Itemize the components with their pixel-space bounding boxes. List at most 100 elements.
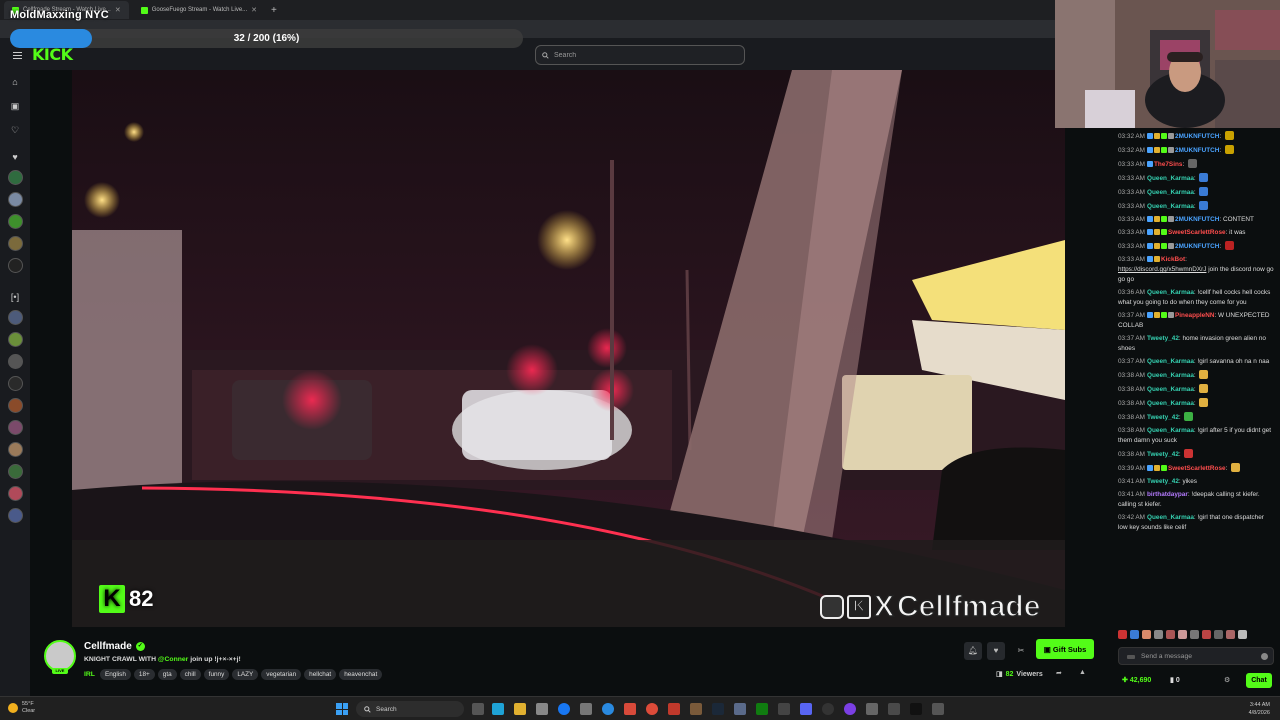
browser-tab-goosefuego[interactable]: GooseFuego Stream - Watch Live... ✕ [133,1,265,19]
followed-channel-avatar[interactable] [8,236,23,251]
chat-username[interactable]: Tweety_42 [1147,414,1179,421]
emote[interactable] [1118,630,1127,639]
stream-tag[interactable]: vegetarian [261,669,302,680]
site-search[interactable] [535,45,745,65]
chat-username[interactable]: SweetScarlettRose [1168,465,1226,472]
chat-link[interactable]: https://discord.gg/x5hwmnDXrJ [1118,266,1206,273]
followed-channel-avatar[interactable] [8,214,23,229]
stream-tag[interactable]: chill [179,669,201,680]
chat-username[interactable]: 2MUKNFUTCH [1175,243,1219,250]
chat-username[interactable]: Queen_Karmaa [1147,175,1194,182]
facebook-icon[interactable] [558,703,570,715]
recommended-channel-avatar[interactable] [8,486,23,501]
stream-tag[interactable]: gta [157,669,177,680]
title-mention[interactable]: @Conner [158,656,188,663]
emote[interactable] [1130,630,1139,639]
chat-username[interactable]: Queen_Karmaa [1147,372,1194,379]
recommended-channel-avatar[interactable] [8,376,23,391]
stream-tag[interactable]: heavenchat [339,669,383,680]
video-player[interactable] [72,70,1065,627]
clip-icon[interactable]: ✂ [1012,642,1030,660]
chat-username[interactable]: Tweety_42 [1147,335,1179,342]
chat-username[interactable]: Queen_Karmaa [1147,386,1194,393]
taskbar-search[interactable]: Search [356,701,464,717]
menu-icon[interactable] [13,52,22,59]
browse-icon[interactable]: ▣ [10,101,20,111]
chat-username[interactable]: Tweety_42 [1147,478,1179,485]
chat-username[interactable]: Queen_Karmaa [1147,189,1194,196]
app-icon[interactable] [668,703,680,715]
recommended-channel-avatar[interactable] [8,508,23,523]
steam-icon[interactable] [712,703,724,715]
stream-tag[interactable]: funny [203,669,230,680]
emote[interactable] [1202,630,1211,639]
streamer-name[interactable]: Cellfmade ✓ [84,641,145,652]
chat-username[interactable]: Tweety_42 [1147,451,1179,458]
app-icon[interactable] [734,703,746,715]
chat-username[interactable]: The7Sins [1154,161,1182,168]
stream-tag[interactable]: English [99,669,131,680]
share-icon[interactable]: ➦ [1056,669,1062,677]
report-icon[interactable]: ▲ [1079,669,1086,676]
chrome-icon[interactable] [646,703,658,715]
app-icon[interactable] [932,703,944,715]
notification-bell-icon[interactable]: 🔔︎ [964,642,982,660]
follow-heart-icon[interactable]: ♥ [987,642,1005,660]
home-icon[interactable]: ⌂ [10,77,20,87]
chat-input-box[interactable] [1118,647,1274,665]
app-icon[interactable] [624,703,636,715]
recommended-channel-avatar[interactable] [8,354,23,369]
recommended-channel-avatar[interactable] [8,442,23,457]
stream-category[interactable]: IRL [84,669,95,680]
app-icon[interactable] [602,703,614,715]
recommended-channel-avatar[interactable] [8,398,23,413]
recommended-channel-avatar[interactable] [8,464,23,479]
store-icon[interactable] [536,703,548,715]
app-icon[interactable] [580,703,592,715]
following-icon[interactable]: ♡ [10,125,20,135]
emote[interactable] [1154,630,1163,639]
chat-username[interactable]: PineappleNN [1175,312,1214,319]
chat-username[interactable]: Queen_Karmaa [1147,400,1194,407]
file-explorer-icon[interactable] [514,703,526,715]
chat-mod-icon[interactable] [1127,655,1135,659]
obs-icon[interactable] [822,703,834,715]
close-tab-icon[interactable]: ✕ [251,6,257,14]
stream-tag[interactable]: 18+ [133,669,155,680]
recommended-channel-avatar[interactable] [8,310,23,325]
followed-channel-avatar[interactable] [8,258,23,273]
chat-username[interactable]: SweetScarlettRose [1168,229,1226,236]
emote[interactable] [1238,630,1247,639]
emote[interactable] [1166,630,1175,639]
app-icon[interactable] [866,703,878,715]
gear-icon[interactable]: ⚙ [1224,676,1230,684]
chat-message-input[interactable] [1141,652,1251,660]
recommended-channel-avatar[interactable] [8,332,23,347]
search-input[interactable] [554,51,734,59]
chat-username[interactable]: 2MUKNFUTCH [1175,133,1219,140]
chat-username[interactable]: Queen_Karmaa [1147,427,1194,434]
app-icon[interactable] [778,703,790,715]
chat-username[interactable]: Queen_Karmaa [1147,203,1194,210]
followed-channel-avatar[interactable] [8,170,23,185]
app-icon[interactable] [888,703,900,715]
capcut-icon[interactable] [910,703,922,715]
stream-tag[interactable]: hellchat [304,669,337,680]
close-tab-icon[interactable]: ✕ [115,6,121,14]
discord-icon[interactable] [800,703,812,715]
emote[interactable] [1214,630,1223,639]
new-tab-icon[interactable]: + [271,5,277,16]
task-view-icon[interactable] [472,703,484,715]
chat-username[interactable]: KickBot [1161,256,1185,263]
chat-username[interactable]: Queen_Karmaa [1147,358,1194,365]
stream-tag[interactable]: LAZY [232,669,259,680]
gift-subs-button[interactable]: ▣ Gift Subs [1036,639,1094,659]
system-clock[interactable]: 3:44 AM 4/8/2026 [1249,701,1270,717]
chat-messages[interactable]: 03:32 AM 2MUKNFUTCH: 03:32 AM 2MUKNFUTCH: … [1118,128,1274,626]
chat-username[interactable]: birthatdaypar [1147,491,1188,498]
followed-channel-avatar[interactable] [8,192,23,207]
app-icon[interactable] [690,703,702,715]
windows-start-icon[interactable] [336,703,348,715]
weather-widget[interactable]: 55°F Clear [8,701,35,715]
emote[interactable] [1226,630,1235,639]
